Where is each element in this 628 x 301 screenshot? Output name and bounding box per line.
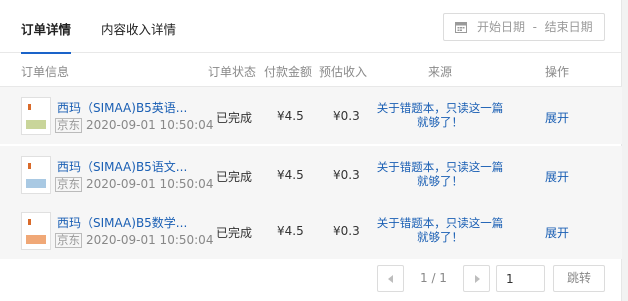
thumbnail-cover xyxy=(26,120,46,129)
header-source: 来源 xyxy=(428,65,453,79)
shop-badge: 京东 xyxy=(55,233,82,248)
order-time: 2020-09-01 10:50:04 xyxy=(86,233,214,247)
page-indicator: 1 / 1 xyxy=(420,271,447,285)
product-thumbnail xyxy=(21,97,51,135)
shop-badge: 京东 xyxy=(55,177,82,192)
product-title-link[interactable]: 西玛（SIMAA)B5数学... xyxy=(57,214,187,231)
expand-button[interactable]: 展开 xyxy=(545,168,569,185)
header-order-info: 订单信息 xyxy=(21,65,70,79)
date-separator: - xyxy=(532,20,537,34)
shop-badge: 京东 xyxy=(55,118,82,133)
source-line-2: 就够了！ xyxy=(417,230,463,244)
tab-order-details[interactable]: 订单详情 xyxy=(21,19,72,54)
thumbnail-cover xyxy=(26,235,46,244)
order-status: 已完成 xyxy=(216,111,253,125)
product-title-link[interactable]: 西玛（SIMAA)B5语文... xyxy=(57,158,187,175)
product-title-link[interactable]: 西玛（SIMAA)B5英语... xyxy=(57,99,187,116)
prev-page-button[interactable] xyxy=(377,265,404,292)
header-payment-amount: 付款金额 xyxy=(264,65,313,79)
next-page-button[interactable] xyxy=(463,265,490,292)
payment-amount: ¥4.5 xyxy=(277,168,304,182)
start-date-placeholder[interactable]: 开始日期 xyxy=(477,20,525,34)
estimated-income: ¥0.3 xyxy=(333,168,360,182)
source-link[interactable]: 关于错题本，只读这一篇 就够了！ xyxy=(370,160,510,188)
order-status: 已完成 xyxy=(216,226,253,240)
end-date-placeholder[interactable]: 结束日期 xyxy=(545,20,593,34)
table-header: 订单信息 订单状态 付款金额 预估收入 来源 操作 xyxy=(0,54,622,87)
estimated-income: ¥0.3 xyxy=(333,224,360,238)
date-range-text: 开始日期 - 结束日期 xyxy=(477,14,593,40)
source-link[interactable]: 关于错题本，只读这一篇 就够了！ xyxy=(370,101,510,129)
source-line-2: 就够了！ xyxy=(417,115,463,129)
source-line-1: 关于错题本，只读这一篇 xyxy=(376,160,504,174)
product-thumbnail xyxy=(21,212,51,250)
order-status: 已完成 xyxy=(216,170,253,184)
table-row: 西玛（SIMAA)B5数学... 京东 2020-09-01 10:50:04 … xyxy=(0,202,622,259)
order-panel: 订单详情 内容收入详情 开始日期 - 结束日期 订单信息 订单状态 付款金额 预… xyxy=(0,0,622,301)
thumbnail-cover xyxy=(26,179,46,188)
jump-button[interactable]: 跳转 xyxy=(553,265,605,292)
table-row: 西玛（SIMAA)B5语文... 京东 2020-09-01 10:50:04 … xyxy=(0,146,622,203)
tab-bar: 订单详情 内容收入详情 开始日期 - 结束日期 xyxy=(0,0,622,54)
tab-content-income-details[interactable]: 内容收入详情 xyxy=(101,19,176,53)
order-time: 2020-09-01 10:50:04 xyxy=(86,177,214,191)
payment-amount: ¥4.5 xyxy=(277,109,304,123)
expand-button[interactable]: 展开 xyxy=(545,224,569,241)
payment-amount: ¥4.5 xyxy=(277,224,304,238)
header-estimated-income: 预估收入 xyxy=(319,65,368,79)
source-link[interactable]: 关于错题本，只读这一篇 就够了！ xyxy=(370,216,510,244)
source-line-1: 关于错题本，只读这一篇 xyxy=(376,101,504,115)
order-time: 2020-09-01 10:50:04 xyxy=(86,118,214,132)
page-number-input[interactable] xyxy=(496,265,545,292)
estimated-income: ¥0.3 xyxy=(333,109,360,123)
header-order-status: 订单状态 xyxy=(208,65,257,79)
header-action: 操作 xyxy=(545,65,570,79)
date-range-picker[interactable]: 开始日期 - 结束日期 xyxy=(443,13,605,41)
table-row: 西玛（SIMAA)B5英语... 京东 2020-09-01 10:50:04 … xyxy=(0,87,622,144)
product-thumbnail xyxy=(21,156,51,194)
source-line-1: 关于错题本，只读这一篇 xyxy=(376,216,504,230)
source-line-2: 就够了！ xyxy=(417,174,463,188)
calendar-icon xyxy=(455,22,467,33)
expand-button[interactable]: 展开 xyxy=(545,109,569,126)
